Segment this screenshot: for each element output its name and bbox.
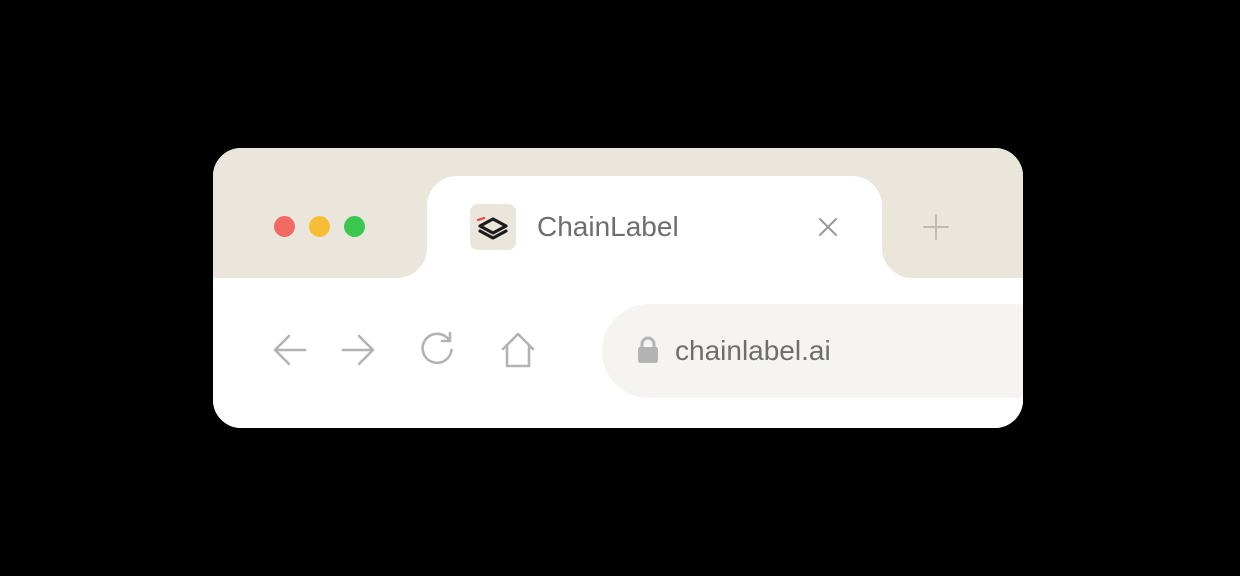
arrow-right-icon[interactable] <box>339 330 379 370</box>
tab-corner-right <box>882 248 912 278</box>
url-text: chainlabel.ai <box>675 335 831 366</box>
lock-icon <box>636 335 660 365</box>
maximize-window-button[interactable] <box>344 216 365 237</box>
close-icon[interactable] <box>815 214 841 240</box>
home-icon[interactable] <box>498 330 538 370</box>
navigation-toolbar: chainlabel.ai <box>213 278 1023 428</box>
plus-icon[interactable] <box>921 212 951 242</box>
stacked-layers-logo-icon <box>470 204 516 250</box>
tab-strip: ChainLabel <box>213 148 1023 278</box>
minimize-window-button[interactable] <box>309 216 330 237</box>
close-window-button[interactable] <box>274 216 295 237</box>
tab-title: ChainLabel <box>537 211 679 242</box>
arrow-left-icon[interactable] <box>271 330 311 370</box>
tab-chainlabel[interactable]: ChainLabel <box>427 176 882 278</box>
address-bar[interactable]: chainlabel.ai <box>602 304 1023 398</box>
reload-icon[interactable] <box>417 330 457 370</box>
browser-window: ChainLabel chainlabel.ai <box>213 148 1023 428</box>
tab-corner-left <box>397 248 427 278</box>
